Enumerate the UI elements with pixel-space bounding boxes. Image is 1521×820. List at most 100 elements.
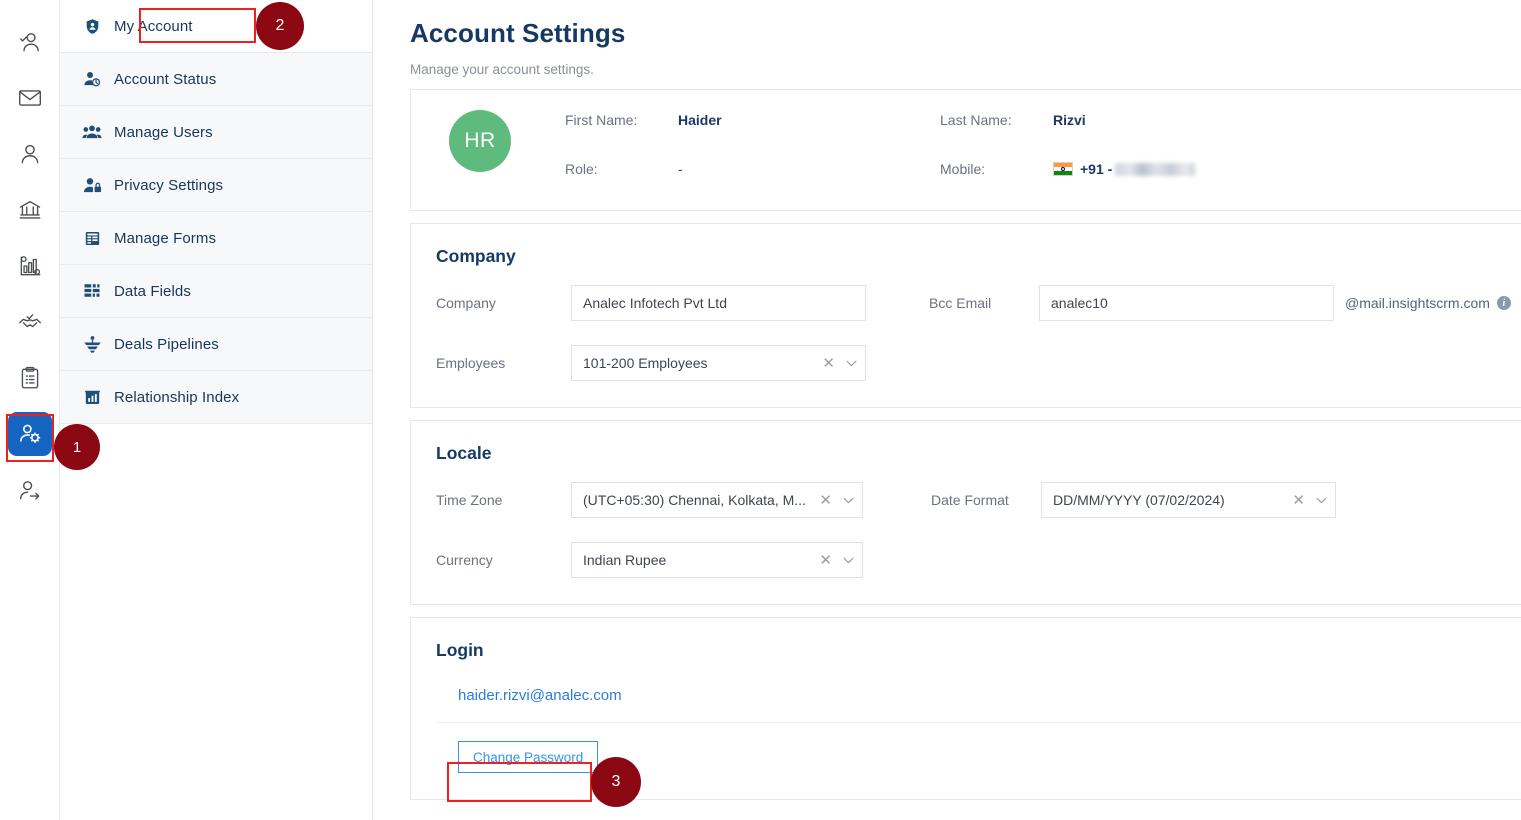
- sidebar-item-data-fields[interactable]: Data Fields: [60, 265, 372, 318]
- user-gear-icon: [19, 424, 40, 444]
- rail-item-institutions[interactable]: [8, 188, 52, 232]
- annotation-badge-1: 1: [54, 424, 100, 470]
- locale-row-2: Currency Indian Rupee ✕: [411, 542, 1521, 578]
- company-field-group: Company Analec Infotech Pvt Ltd: [436, 285, 866, 321]
- app-root: 1 My Account Account Status Manage Users…: [0, 0, 1521, 820]
- chevron-down-icon[interactable]: [841, 493, 856, 508]
- page-subtitle: Manage your account settings.: [410, 62, 594, 77]
- chevron-down-icon[interactable]: [844, 356, 859, 371]
- time-zone-select[interactable]: (UTC+05:30) Chennai, Kolkata, M... ✕: [571, 482, 863, 518]
- rail-item-mail[interactable]: [8, 76, 52, 120]
- bank-icon: [19, 200, 40, 219]
- sidebar-item-manage-users[interactable]: Manage Users: [60, 106, 372, 159]
- chart-building-icon: [82, 387, 102, 407]
- rail-item-logout[interactable]: [8, 468, 52, 512]
- avatar: HR: [449, 110, 511, 172]
- field-first-name: First Name: Haider: [565, 112, 940, 161]
- clear-icon[interactable]: ✕: [1288, 493, 1314, 508]
- currency-select[interactable]: Indian Rupee ✕: [571, 542, 863, 578]
- sidebar-item-label: Relationship Index: [114, 388, 240, 406]
- clear-icon[interactable]: ✕: [815, 493, 841, 508]
- company-label: Company: [436, 295, 496, 311]
- data-grid-icon: [82, 281, 102, 301]
- role-value: -: [678, 161, 683, 177]
- locale-section-title: Locale: [436, 443, 492, 463]
- user-status-icon: [82, 69, 102, 89]
- change-password-button[interactable]: Change Password: [458, 741, 599, 773]
- employees-select[interactable]: 101-200 Employees ✕: [571, 345, 866, 381]
- role-label: Role:: [565, 161, 598, 177]
- date-format-select[interactable]: DD/MM/YYYY (07/02/2024) ✕: [1041, 482, 1336, 518]
- rail-item-contacts[interactable]: [8, 132, 52, 176]
- bcc-email-label: Bcc Email: [929, 295, 992, 311]
- shield-user-icon: [82, 16, 102, 36]
- field-mobile: Mobile: +91 -: [940, 161, 1315, 210]
- sidebar-item-label: Deals Pipelines: [114, 335, 219, 353]
- bcc-email-input[interactable]: analec10: [1039, 285, 1334, 321]
- india-flag-icon: [1053, 162, 1073, 176]
- sidebar-item-relationship-index[interactable]: Relationship Index: [60, 371, 372, 424]
- rail-item-analytics[interactable]: [8, 244, 52, 288]
- users-icon: [82, 122, 102, 142]
- company-section-title: Company: [436, 246, 516, 266]
- login-divider: [436, 722, 1521, 723]
- currency-field-group: Currency Indian Rupee ✕: [436, 542, 863, 578]
- annotation-badge-2: 2: [256, 2, 304, 50]
- date-format-select-value: DD/MM/YYYY (07/02/2024): [1053, 492, 1225, 508]
- sidebar-item-label: My Account: [114, 17, 193, 35]
- user-icon: [21, 144, 38, 164]
- rail-item-settings[interactable]: [7, 412, 52, 456]
- rail-item-deals[interactable]: [8, 300, 52, 344]
- last-name-value: Rizvi: [1053, 112, 1086, 128]
- login-card: Login haider.rizvi@analec.com Change Pas…: [410, 617, 1521, 800]
- sidebar-item-label: Account Status: [114, 70, 217, 88]
- clear-icon[interactable]: ✕: [818, 356, 844, 371]
- sidebar-item-label: Manage Forms: [114, 229, 217, 247]
- clipboard-list-icon: [21, 366, 38, 389]
- currency-label: Currency: [436, 552, 493, 568]
- icon-rail: 1: [0, 0, 100, 820]
- time-zone-label: Time Zone: [436, 492, 503, 508]
- envelope-icon: [18, 90, 41, 106]
- date-format-field-group: Date Format DD/MM/YYYY (07/02/2024) ✕: [931, 482, 1336, 518]
- user-lock-icon: [82, 175, 102, 195]
- company-card: Company Company Analec Infotech Pvt Ltd …: [410, 223, 1521, 408]
- rail-item-prospects[interactable]: [8, 20, 52, 64]
- sidebar-item-my-account[interactable]: My Account: [60, 0, 372, 53]
- user-check-icon: [19, 33, 39, 52]
- form-icon: [82, 228, 102, 248]
- analytics-gear-icon: [20, 256, 40, 276]
- time-zone-field-group: Time Zone (UTC+05:30) Chennai, Kolkata, …: [436, 482, 863, 518]
- sidebar-item-deals-pipelines[interactable]: Deals Pipelines: [60, 318, 372, 371]
- bcc-email-field-group: Bcc Email analec10 @mail.insightscrm.com…: [929, 285, 1511, 321]
- sidebar-item-label: Privacy Settings: [114, 176, 224, 194]
- profile-fields: First Name: Haider Role: - Last Name: Ri…: [511, 110, 1521, 210]
- mobile-value: +91 -: [1053, 161, 1196, 177]
- sidebar-item-label: Data Fields: [114, 282, 191, 300]
- annotation-badge-3: 3: [591, 757, 641, 807]
- sidebar-item-manage-forms[interactable]: Manage Forms: [60, 212, 372, 265]
- currency-select-value: Indian Rupee: [583, 552, 667, 568]
- login-email[interactable]: haider.rizvi@analec.com: [411, 661, 1521, 704]
- settings-sidebar: My Account Account Status Manage Users P…: [60, 0, 373, 820]
- first-name-label: First Name:: [565, 112, 638, 128]
- locale-card: Locale Time Zone (UTC+05:30) Chennai, Ko…: [410, 420, 1521, 605]
- chevron-down-icon[interactable]: [841, 553, 856, 568]
- mobile-country-code: +91 -: [1080, 161, 1113, 177]
- rail-item-reports[interactable]: [8, 356, 52, 400]
- company-row-2: Employees 101-200 Employees ✕: [411, 345, 1521, 381]
- company-input[interactable]: Analec Infotech Pvt Ltd: [571, 285, 866, 321]
- info-icon[interactable]: i: [1496, 296, 1511, 310]
- field-last-name: Last Name: Rizvi: [940, 112, 1315, 161]
- bcc-email-suffix: @mail.insightscrm.com i: [1345, 295, 1511, 311]
- sidebar-item-privacy-settings[interactable]: Privacy Settings: [60, 159, 372, 212]
- clear-icon[interactable]: ✕: [815, 553, 841, 568]
- chevron-down-icon[interactable]: [1314, 493, 1329, 508]
- last-name-label: Last Name:: [940, 112, 1012, 128]
- field-role: Role: -: [565, 161, 940, 210]
- company-input-value: Analec Infotech Pvt Ltd: [583, 295, 727, 311]
- locale-row-1: Time Zone (UTC+05:30) Chennai, Kolkata, …: [411, 482, 1521, 518]
- sidebar-item-account-status[interactable]: Account Status: [60, 53, 372, 106]
- mobile-number-redacted: [1115, 163, 1196, 176]
- sidebar-item-label: Manage Users: [114, 123, 213, 141]
